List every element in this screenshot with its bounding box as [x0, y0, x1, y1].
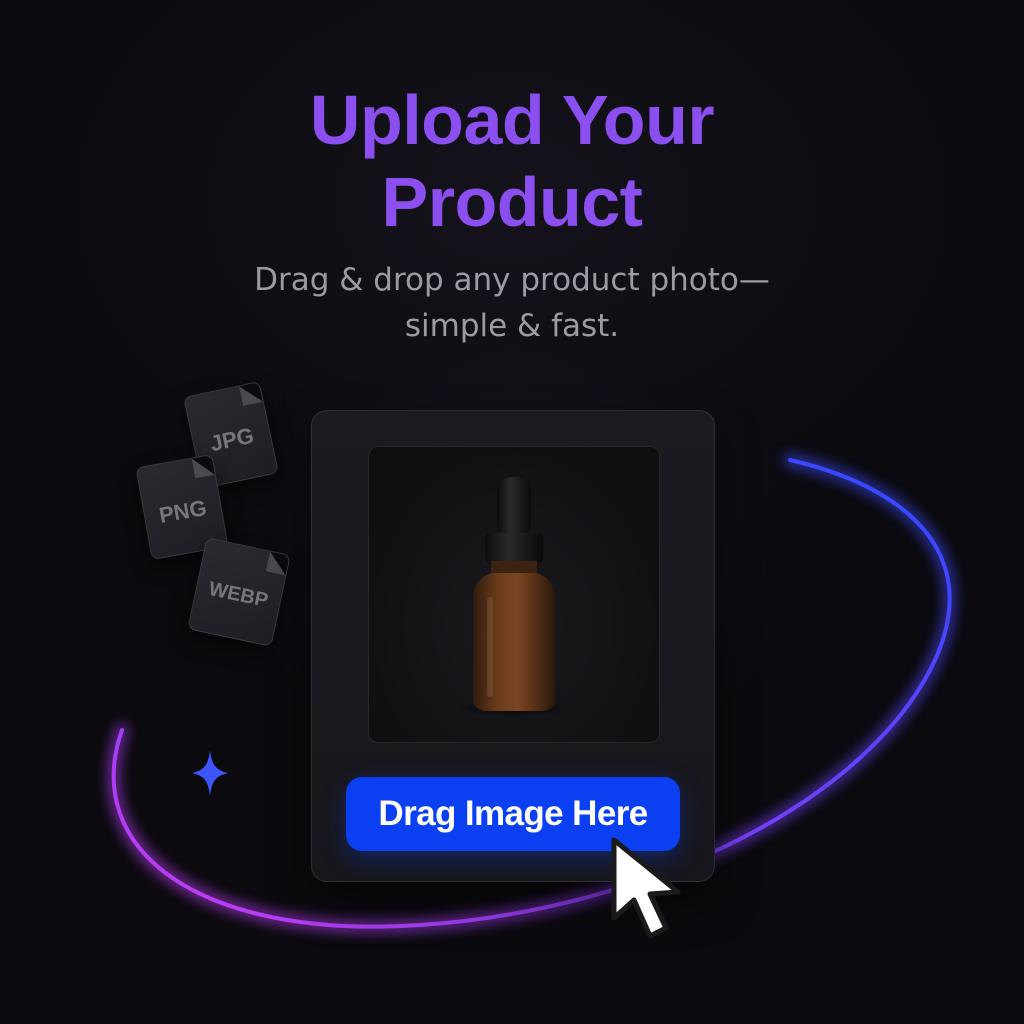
- arrow-cursor-icon: [611, 837, 681, 939]
- file-type-label: PNG: [157, 494, 209, 528]
- file-type-label: WEBP: [206, 577, 271, 612]
- file-type-webp-icon: WEBP: [187, 537, 291, 647]
- upload-screen: Upload Your Product Drag & drop any prod…: [0, 0, 1024, 1024]
- page-subtitle-line-2: simple & fast.: [404, 308, 620, 344]
- product-bottle-image: [454, 477, 574, 717]
- page-title-line-2: Product: [381, 163, 643, 241]
- page-title-line-1: Upload Your: [309, 81, 715, 159]
- sparkle-icon: [192, 750, 228, 796]
- page-subtitle-line-1: Drag & drop any product photo—: [254, 262, 770, 298]
- image-preview: [368, 446, 660, 743]
